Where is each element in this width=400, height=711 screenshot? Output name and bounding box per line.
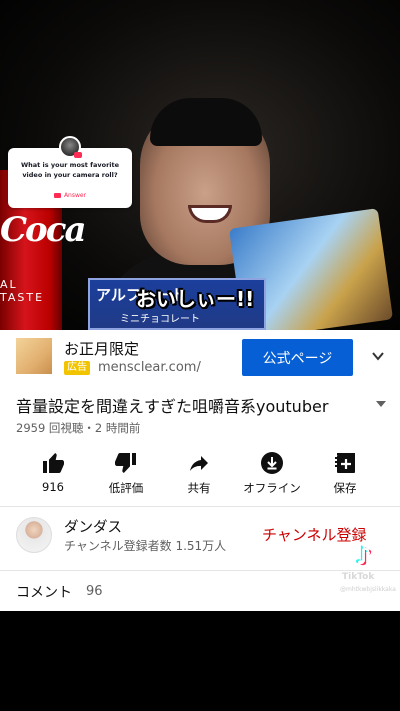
chevron-down-icon[interactable] — [372, 350, 384, 362]
video-player[interactable]: Coca AL TASTE アルフォート ミニチョコレート おいしぃー!! Wh… — [0, 0, 400, 330]
offline-button[interactable]: オフライン — [236, 448, 308, 498]
answer-button[interactable]: Answer — [8, 192, 132, 199]
offline-label: オフライン — [243, 481, 301, 495]
dislike-label: 低評価 — [108, 481, 144, 495]
cola-label: Coca — [0, 210, 86, 250]
video-caption: おいしぃー!! — [136, 287, 255, 311]
thumbs-down-icon — [115, 453, 136, 473]
camera-icon — [53, 193, 61, 198]
thumbs-up-icon — [43, 453, 64, 473]
comments-label[interactable]: コメント — [16, 582, 72, 602]
tiktok-watermark: ♪ TikTok @mhtkwbjslikkaka — [338, 540, 398, 604]
ad-url[interactable]: mensclear.com/ — [98, 360, 201, 375]
add-to-playlist-icon — [335, 453, 355, 473]
tiktok-handle: @mhtkwbjslikkaka — [340, 586, 396, 593]
share-label: 共有 — [187, 481, 211, 495]
expand-icon[interactable] — [376, 400, 386, 408]
dislike-button[interactable]: 低評価 — [90, 448, 162, 498]
subscriber-count: チャンネル登録者数 1.51万人 — [64, 539, 227, 553]
share-button[interactable]: 共有 — [163, 448, 235, 498]
save-button[interactable]: 保存 — [309, 448, 381, 498]
ad-row[interactable]: お正月限定 広告 mensclear.com/ 公式ページ — [0, 330, 400, 382]
like-button[interactable]: 916 — [17, 448, 89, 498]
divider — [0, 506, 400, 507]
question-avatar — [59, 136, 82, 158]
question-text: What is your most favorite video in your… — [20, 161, 120, 179]
bottom-bar — [0, 611, 400, 711]
person-hair — [150, 98, 262, 146]
channel-name[interactable]: ダンダス — [64, 516, 122, 537]
official-page-button[interactable]: 公式ページ — [242, 339, 353, 376]
comments-count: 96 — [86, 584, 103, 599]
snack-sub: ミニチョコレート — [120, 314, 200, 325]
channel-avatar[interactable] — [16, 517, 52, 553]
download-icon — [261, 452, 283, 474]
ad-title[interactable]: お正月限定 — [64, 338, 139, 359]
video-title[interactable]: 音量設定を間違えすぎた咀嚼音系youtuber — [16, 393, 328, 417]
action-bar: 916 低評価 共有 オフライン 保存 — [0, 448, 400, 498]
tiktok-note-icon: ♪ — [356, 542, 372, 570]
ad-badge: 広告 — [64, 361, 90, 375]
tiktok-name: TikTok — [342, 572, 375, 582]
ad-thumbnail[interactable] — [16, 338, 52, 374]
like-count: 916 — [42, 480, 64, 494]
save-label: 保存 — [333, 481, 357, 495]
share-icon — [190, 456, 208, 471]
video-meta: 2959 回視聴・2 時間前 — [16, 421, 141, 435]
question-sticker[interactable]: What is your most favorite video in your… — [8, 136, 132, 208]
cola-sublabel: AL TASTE — [0, 278, 45, 304]
answer-label: Answer — [63, 192, 87, 199]
